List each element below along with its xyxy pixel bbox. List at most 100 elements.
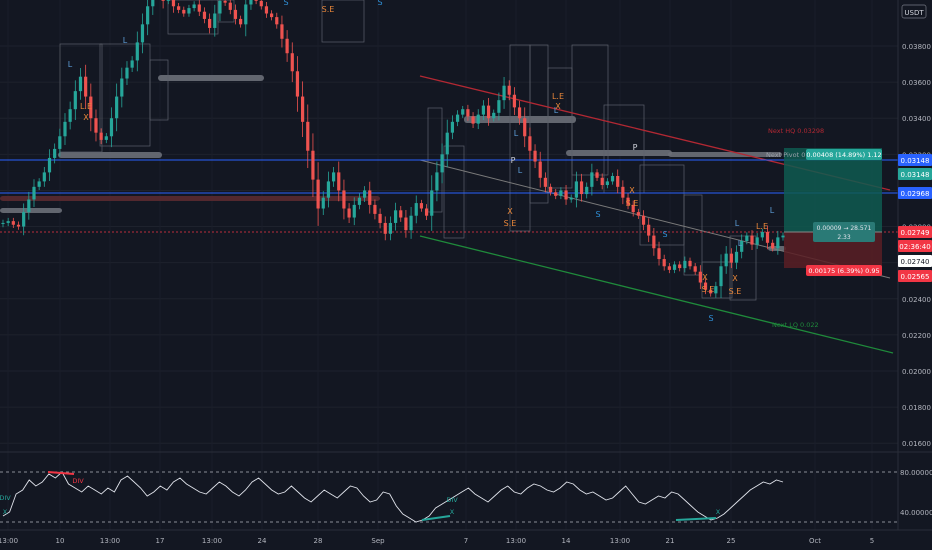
x-tick-label: 13:00 (506, 537, 526, 545)
candle-body (182, 9, 186, 14)
candle-body (326, 181, 331, 198)
candle-body (202, 11, 207, 19)
candle-body (1, 222, 5, 224)
entry-info-l2: 2.33 (837, 234, 851, 241)
candle-body (678, 264, 682, 269)
x-tick-label: 13:00 (610, 537, 630, 545)
candle-body (270, 13, 274, 18)
y-tick-label: 0.01800 (902, 404, 931, 412)
candle-body (321, 197, 325, 209)
candle-body (450, 121, 455, 133)
zone-bar (158, 75, 264, 81)
pattern-label: P (633, 143, 638, 152)
candle-body (362, 190, 367, 198)
price-label-text: 0.02565 (901, 273, 930, 281)
candle-body (331, 172, 336, 182)
candle-body (27, 199, 31, 213)
candle-body (595, 172, 599, 178)
x-tick-label: 13:00 (202, 537, 222, 545)
candle-body (683, 260, 687, 269)
candle-body (16, 224, 21, 227)
candle-body (11, 221, 15, 225)
x-tick-label: Oct (809, 537, 821, 545)
candle-body (47, 157, 52, 173)
candle-body (109, 118, 114, 137)
candle-body (481, 105, 485, 115)
candle-body (244, 4, 248, 25)
candle-body (373, 204, 377, 214)
candle-body (502, 85, 506, 101)
candle-body (135, 42, 139, 61)
candle-body (600, 177, 604, 186)
candle-body (104, 136, 108, 140)
next-hq-label: Next HQ 0.03298 (768, 127, 824, 135)
rsi-signal-label: X (450, 508, 455, 516)
candle-body (662, 259, 666, 267)
candle-body (507, 85, 511, 95)
pattern-label: L.E (80, 102, 92, 111)
rsi-signal-label: DIV (446, 496, 458, 504)
rsi-tick-label: 80.00000 (900, 469, 932, 477)
candle-body (419, 203, 424, 209)
pattern-label: S (595, 210, 600, 219)
candle-body (42, 172, 46, 182)
candle-body (115, 96, 119, 119)
candle-body (621, 186, 625, 198)
candle-body (755, 237, 759, 245)
candle-body (523, 118, 527, 137)
price-label-text: 02:36:40 (899, 243, 930, 251)
candle-body (239, 18, 243, 25)
rsi-signal-label: DIV (72, 477, 84, 485)
candle-body (275, 17, 279, 25)
candle-body (187, 8, 191, 14)
zone-bar (58, 152, 162, 158)
pattern-label: X (507, 207, 513, 216)
pattern-label: L (68, 60, 73, 69)
candle-body (347, 208, 351, 218)
candle-body (569, 197, 573, 200)
pattern-label: L (123, 36, 128, 45)
x-tick-label: 5 (870, 537, 874, 545)
candle-body (672, 264, 677, 270)
candle-body (512, 94, 516, 108)
pattern-label: X (555, 102, 561, 111)
x-tick-label: 21 (666, 537, 675, 545)
risk-info: 0.00175 (6.39%) 0.95 (808, 267, 879, 275)
pattern-label: S (708, 314, 713, 323)
candle-body (533, 150, 537, 162)
x-tick-label: 10 (56, 537, 65, 545)
candle-body (559, 190, 563, 196)
candle-body (771, 242, 775, 249)
candle-body (73, 91, 77, 110)
x-tick-label: Sep (371, 537, 385, 545)
price-label-text: 0.02740 (901, 258, 930, 266)
candle-body (781, 235, 785, 238)
candle-body (120, 78, 124, 97)
x-tick-label: 28 (314, 537, 323, 545)
candle-body (197, 4, 201, 12)
pattern-label: S.E (702, 285, 715, 294)
candle-body (430, 190, 434, 216)
candle-body (177, 6, 181, 10)
x-tick-label: 24 (258, 537, 267, 545)
y-tick-label: 0.03400 (902, 115, 931, 123)
candle-body (233, 9, 238, 19)
pattern-label: L (738, 239, 743, 248)
candle-body (22, 212, 26, 227)
candle-body (440, 154, 444, 173)
candle-body (311, 150, 315, 180)
candle-body (228, 2, 232, 10)
zone-bar (668, 152, 782, 157)
candle-body (616, 176, 620, 187)
target-zone (784, 148, 882, 232)
candle-body (564, 190, 568, 200)
candle-body (776, 237, 780, 249)
candle-body (693, 266, 697, 272)
candle-body (414, 203, 418, 216)
pattern-label: X (732, 274, 738, 283)
candle-body (538, 161, 542, 178)
candle-body (760, 231, 764, 238)
candle-body (63, 121, 67, 137)
candle-body (130, 60, 134, 68)
x-tick-label: 17 (156, 537, 165, 545)
